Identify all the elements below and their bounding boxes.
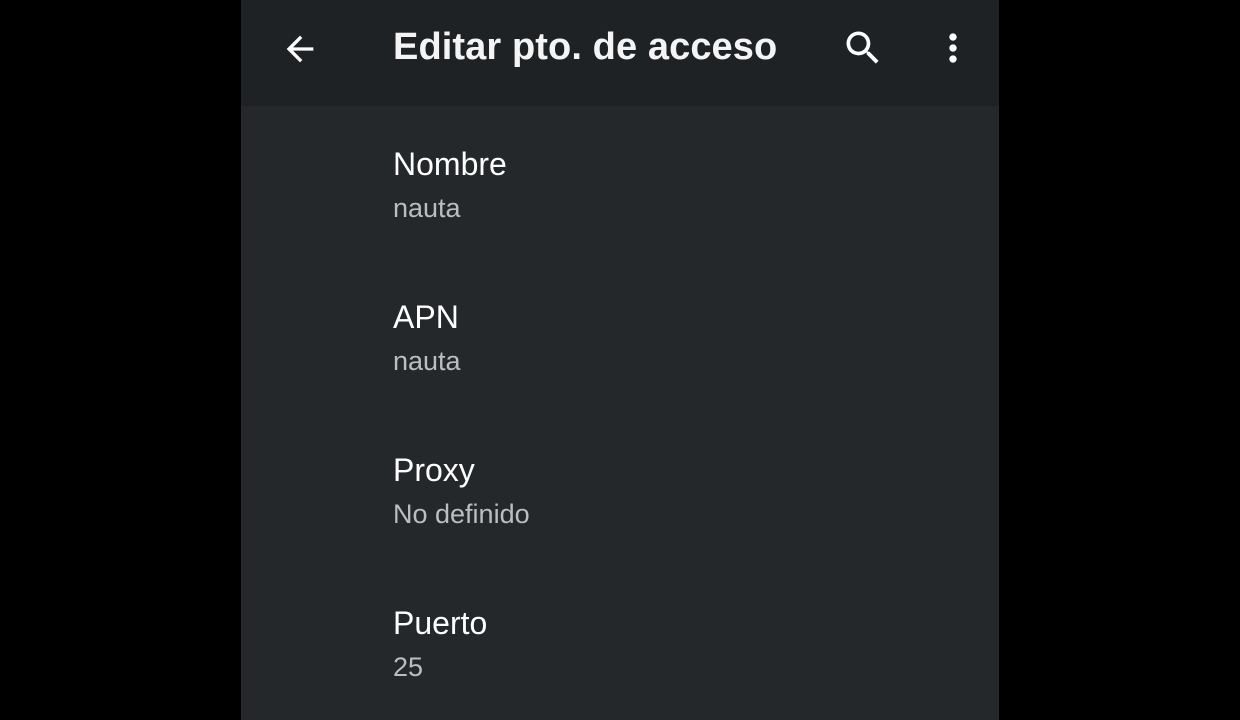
pref-item-apn[interactable]: APN nauta <box>241 259 999 412</box>
pref-summary: nauta <box>393 346 461 376</box>
pref-item-nombre[interactable]: Nombre nauta <box>241 106 999 259</box>
pref-summary: 25 <box>393 652 424 682</box>
search-icon <box>846 31 879 64</box>
pref-summary: No definido <box>393 499 530 529</box>
pref-title: APN <box>393 299 459 335</box>
app-bar: Editar pto. de acceso <box>241 0 999 106</box>
more-options-button[interactable] <box>925 20 981 76</box>
page-title: Editar pto. de acceso <box>393 26 778 68</box>
pref-item-proxy[interactable]: Proxy No definido <box>241 412 999 565</box>
search-button[interactable] <box>835 20 891 76</box>
pref-title: Nombre <box>393 146 507 182</box>
back-button[interactable] <box>272 21 328 77</box>
pref-item-puerto[interactable]: Puerto 25 <box>241 565 999 718</box>
pref-title: Puerto <box>393 605 488 641</box>
preference-list: Nombre nauta APN nauta Proxy No definido… <box>241 106 999 718</box>
more-vert-icon <box>949 33 957 63</box>
settings-screen: Editar pto. de acceso Nombre nauta APN n… <box>241 0 999 720</box>
pref-summary: nauta <box>393 193 461 223</box>
pref-title: Proxy <box>393 452 475 488</box>
arrow-back-icon <box>286 35 314 63</box>
